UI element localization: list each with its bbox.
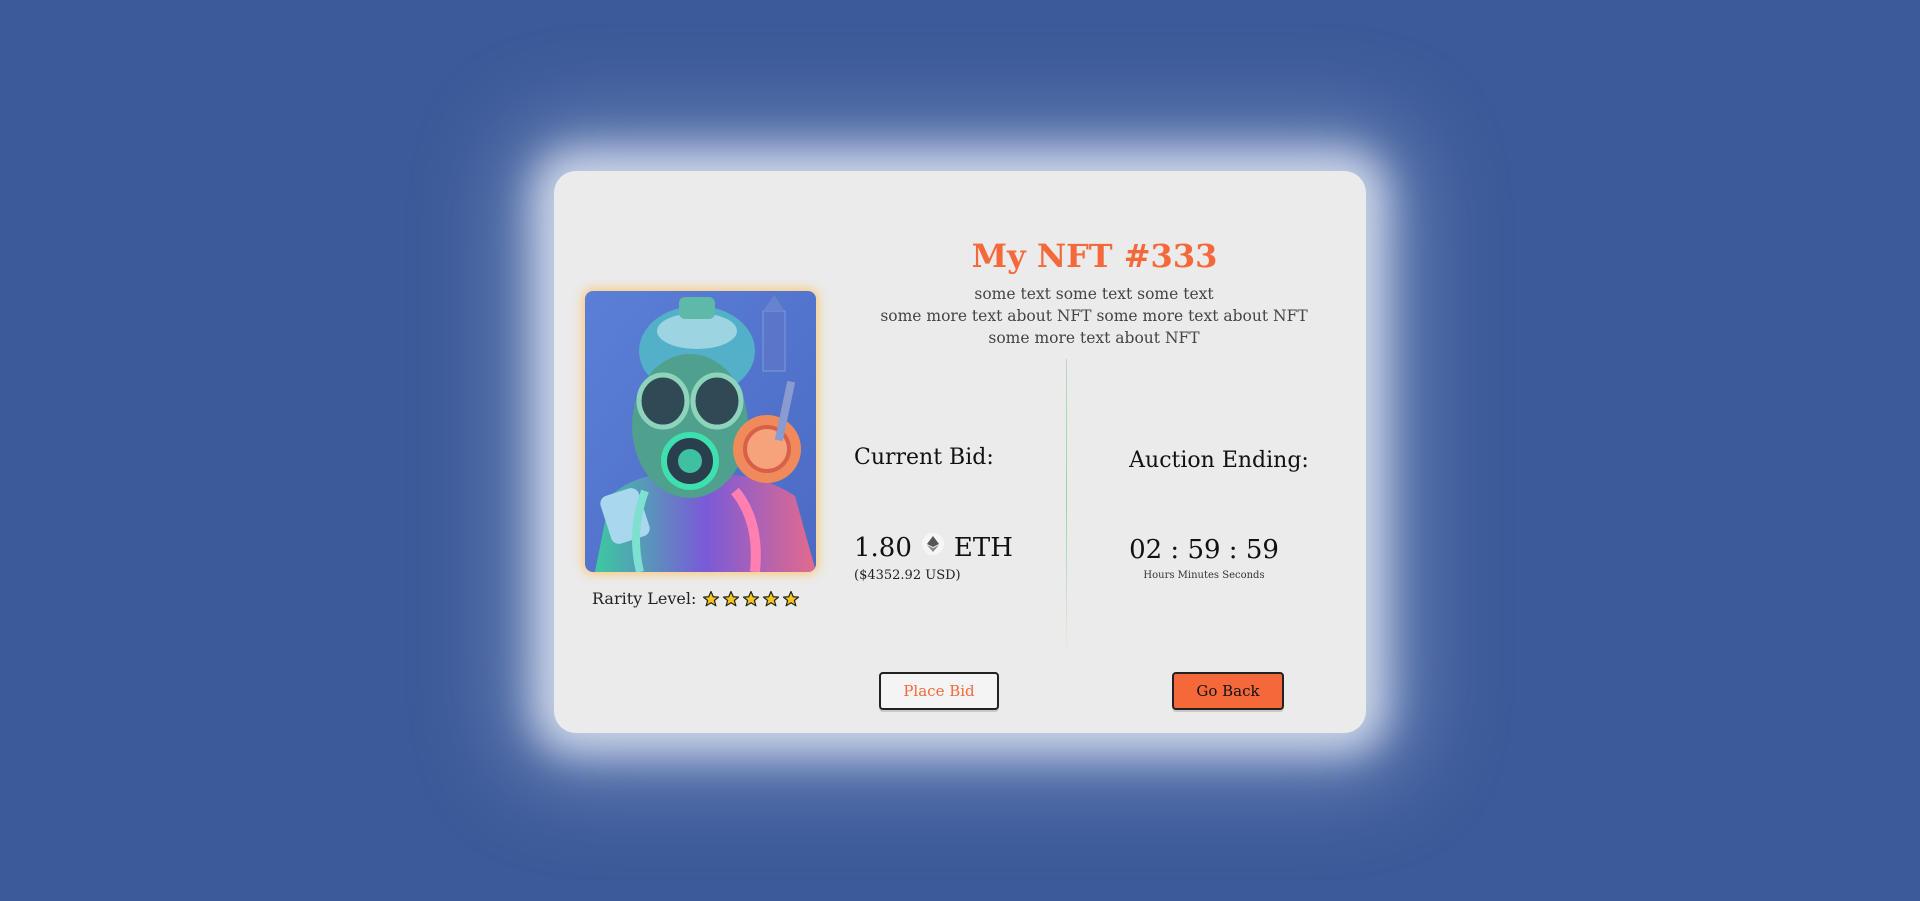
place-bid-button[interactable]: Place Bid [879, 672, 999, 710]
nft-description: some text some text some text some more … [844, 283, 1344, 349]
star-icon [743, 590, 760, 606]
rarity-label: Rarity Level: [592, 589, 697, 608]
description-line: some text some text some text [974, 285, 1214, 303]
star-icon [763, 590, 780, 606]
timer-units: Hours Minutes Seconds [1143, 570, 1265, 581]
go-back-button[interactable]: Go Back [1172, 672, 1284, 710]
rarity-level: Rarity Level: [592, 589, 812, 608]
gas-mask-artwork [585, 291, 816, 572]
description-line: some more text about NFT [988, 329, 1200, 347]
star-icon [703, 590, 720, 606]
bid-value: 1.80 [854, 533, 912, 563]
star-icon [723, 590, 740, 606]
bid-currency: ETH [953, 533, 1013, 563]
bid-usd-value: ($4352.92 USD) [854, 568, 961, 583]
auction-ending-label: Auction Ending: [1129, 448, 1309, 473]
current-bid-label: Current Bid: [854, 445, 994, 470]
page-background: Rarity Level: My NFT #333 some text some… [0, 0, 1920, 901]
nft-card: Rarity Level: My NFT #333 some text some… [554, 171, 1366, 733]
star-icon [783, 590, 800, 606]
current-bid-amount: 1.80 ETH [854, 533, 1013, 563]
description-line: some more text about NFT some more text … [880, 307, 1308, 325]
nft-image [585, 291, 816, 572]
nft-title: My NFT #333 [971, 237, 1218, 275]
section-divider [1066, 359, 1067, 649]
countdown-timer: 02 : 59 : 59 [1129, 535, 1279, 565]
ethereum-icon [921, 533, 944, 555]
rarity-stars [702, 590, 800, 608]
